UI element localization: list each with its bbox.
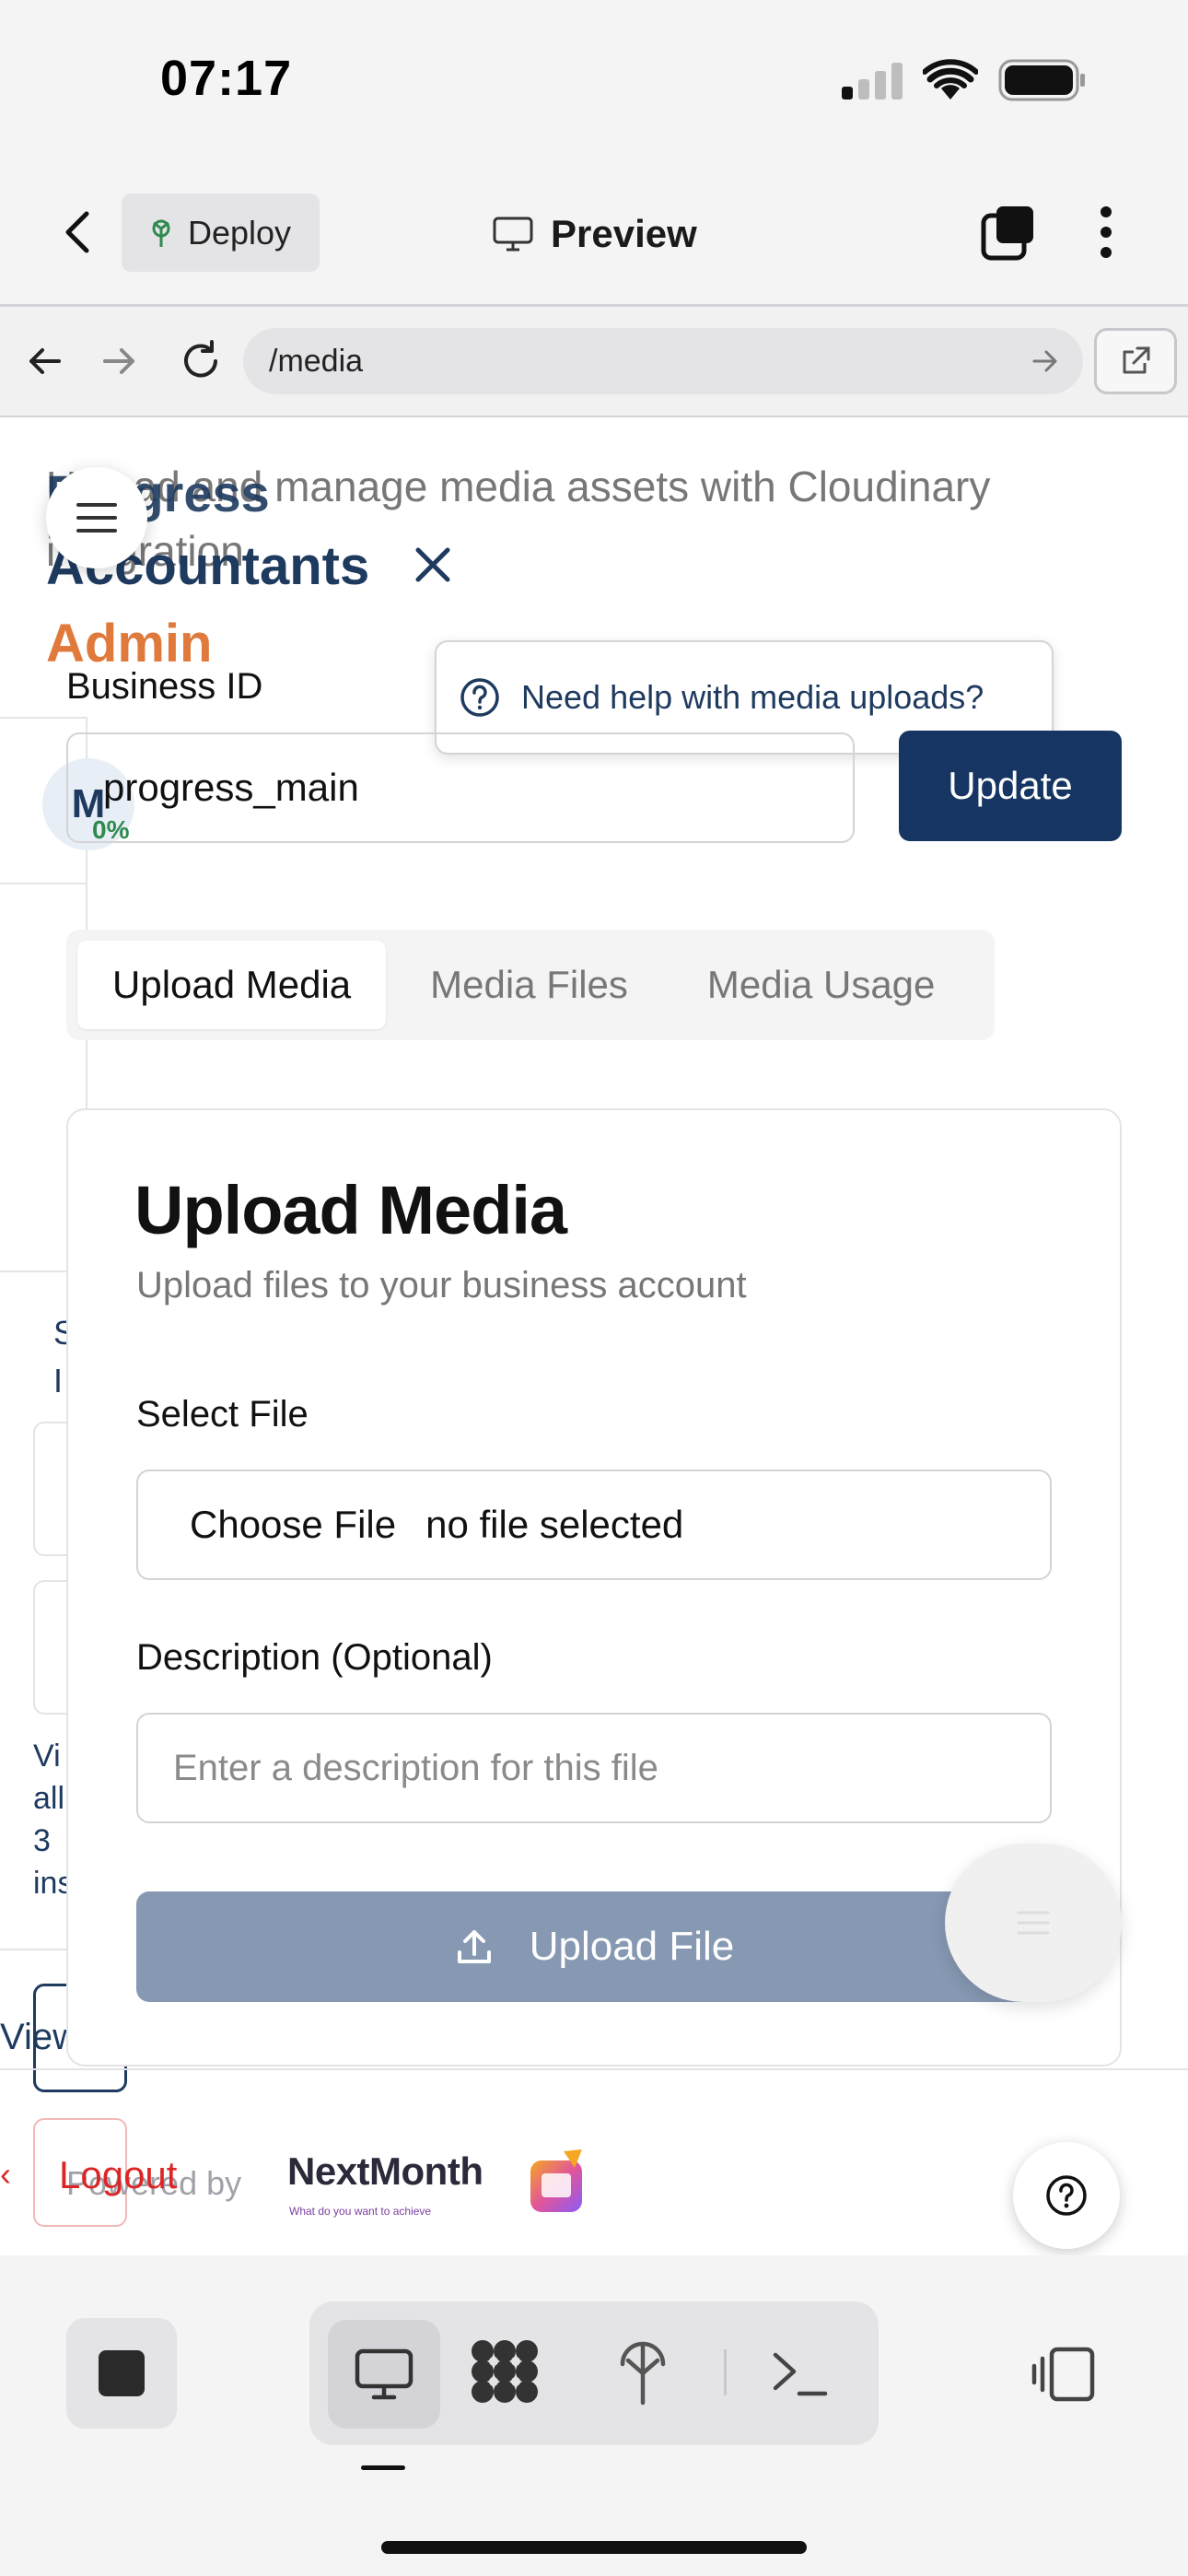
select-file-label: Select File	[136, 1394, 309, 1434]
close-sidebar-icon[interactable]	[413, 544, 453, 585]
go-arrow-icon[interactable]	[1031, 348, 1059, 374]
battery-icon	[998, 59, 1087, 101]
deploy-icon	[147, 217, 175, 249]
question-circle-icon	[1044, 2173, 1089, 2218]
logout-label: Logout	[59, 2153, 178, 2196]
open-external-button[interactable]	[1094, 328, 1177, 394]
role-label: Admin	[46, 614, 213, 673]
upload-file-button[interactable]: Upload File	[136, 1891, 1052, 2002]
deploy-label: Deploy	[188, 213, 292, 252]
stop-button[interactable]	[66, 2318, 177, 2429]
signal-icon	[842, 63, 903, 100]
reload-icon[interactable]	[179, 339, 223, 383]
preview-label: Preview	[551, 212, 697, 255]
url-field[interactable]: /media	[243, 328, 1083, 394]
card-title: Upload Media	[134, 1172, 567, 1248]
update-button[interactable]: Update	[899, 731, 1122, 841]
choose-file-button[interactable]: Choose File	[190, 1503, 396, 1547]
business-id-label: Business ID	[66, 666, 263, 707]
floating-menu-button[interactable]	[945, 1844, 1122, 2002]
divider	[0, 1949, 69, 1950]
deploy-tree-icon[interactable]	[615, 2336, 670, 2406]
hamburger-icon	[1015, 1909, 1052, 1937]
external-link-icon	[1119, 345, 1152, 378]
back-button[interactable]	[59, 205, 96, 260]
preview-title: Preview	[492, 206, 697, 262]
terminal-icon[interactable]	[770, 2348, 829, 2399]
tabs-switcher-icon[interactable]	[980, 205, 1037, 262]
apps-grid-icon[interactable]	[470, 2338, 540, 2405]
active-indicator	[361, 2465, 405, 2470]
divider	[0, 883, 87, 884]
divider	[0, 1270, 69, 1272]
monitor-icon	[492, 216, 534, 252]
nextmonth-logo-mark-icon	[527, 2148, 588, 2216]
more-menu-icon[interactable]	[1096, 205, 1116, 260]
home-indicator[interactable]	[381, 2541, 807, 2554]
description-input[interactable]	[136, 1713, 1052, 1823]
logout-icon: ‹	[0, 2155, 11, 2193]
url-text: /media	[269, 343, 364, 379]
desktop-view-button[interactable]	[328, 2320, 440, 2429]
sidebar-partial-note: Vi all 3 ins	[33, 1739, 70, 1901]
nextmonth-tagline: What do you want to achieve	[289, 2205, 432, 2218]
nav-back-icon[interactable]	[26, 343, 63, 380]
hamburger-icon	[75, 499, 119, 536]
monitor-icon	[354, 2348, 414, 2401]
upload-icon	[454, 1926, 495, 1967]
hamburger-menu-button[interactable]	[46, 467, 147, 568]
file-status: no file selected	[425, 1503, 684, 1546]
divider	[0, 2068, 1188, 2070]
status-time: 07:17	[160, 51, 293, 106]
tab-upload-media[interactable]: Upload Media	[77, 941, 387, 1029]
description-label: Description (Optional)	[136, 1637, 493, 1678]
media-tabs: Upload Media Media Files Media Usage	[66, 930, 995, 1040]
business-id-input[interactable]: progress_main	[66, 732, 855, 843]
nav-forward-icon[interactable]	[101, 343, 138, 380]
web-page: Upload and manage media assets with Clou…	[0, 417, 1188, 2255]
nextmonth-logo: NextMonth	[287, 2149, 483, 2193]
help-button[interactable]	[1013, 2142, 1120, 2249]
question-circle-icon	[459, 676, 501, 719]
deploy-button[interactable]: Deploy	[122, 193, 320, 272]
file-input[interactable]: Choose File no file selected	[136, 1469, 1052, 1580]
upload-file-label: Upload File	[529, 1924, 735, 1969]
wifi-icon	[923, 59, 978, 100]
business-id-value: progress_main	[103, 766, 359, 809]
divider	[724, 2349, 727, 2395]
tab-media-usage[interactable]: Media Usage	[672, 941, 970, 1029]
help-tooltip-text: Need help with media uploads?	[521, 678, 984, 716]
card-subtitle: Upload files to your business account	[136, 1265, 747, 1306]
panel-toggle-icon[interactable]	[1031, 2346, 1096, 2403]
tab-media-files[interactable]: Media Files	[395, 941, 663, 1029]
stop-icon	[97, 2348, 146, 2398]
